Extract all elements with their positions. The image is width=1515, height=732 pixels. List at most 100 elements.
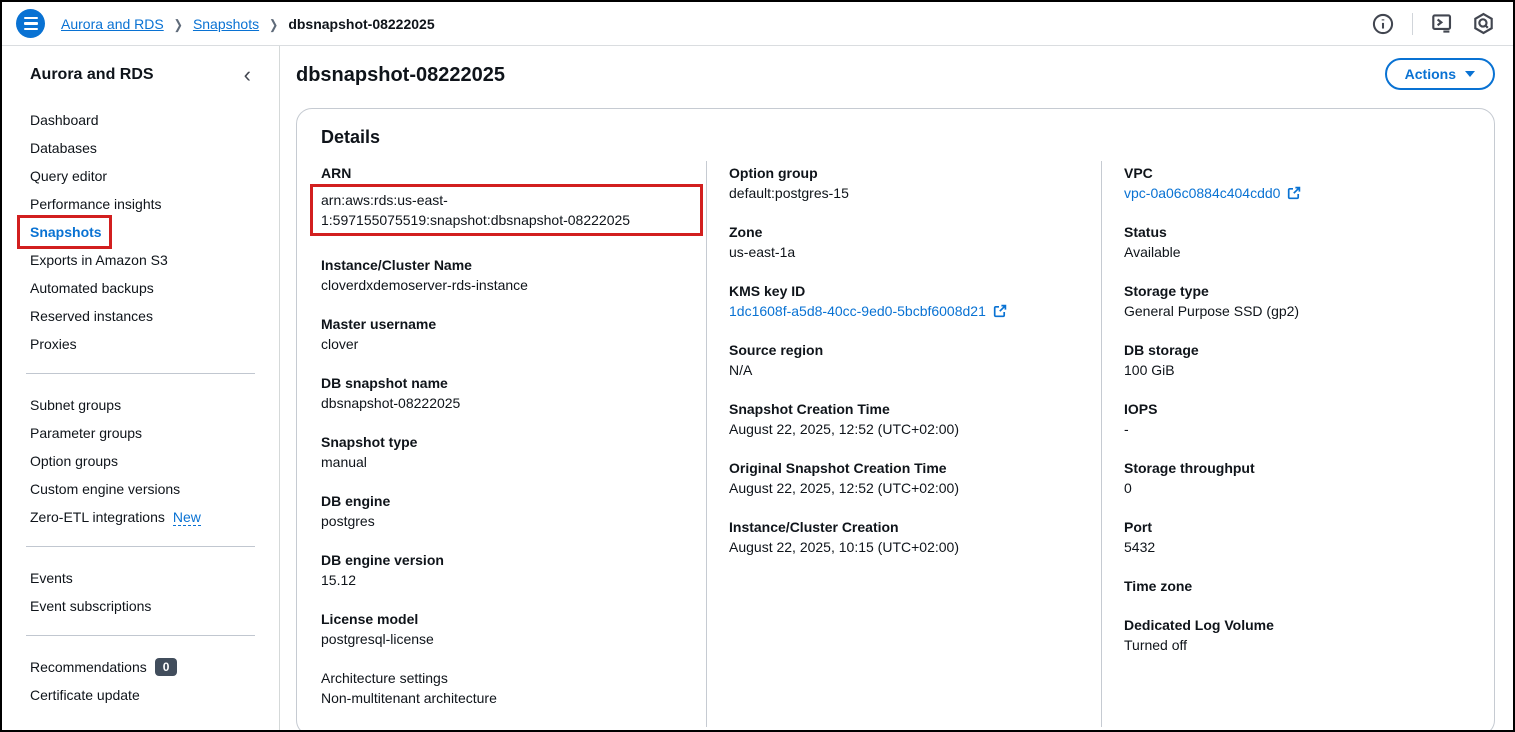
sidebar-item-exports-in-amazon-s3[interactable]: Exports in Amazon S3 xyxy=(30,250,168,270)
field-vpc: VPC vpc-0a06c0884c404cdd0 xyxy=(1124,163,1474,203)
sidebar-divider xyxy=(26,373,255,374)
field-label: DB snapshot name xyxy=(321,373,692,393)
breadcrumb-link-snapshots[interactable]: Snapshots xyxy=(193,16,259,32)
field-label: Instance/Cluster Name xyxy=(321,255,692,275)
field-label: License model xyxy=(321,609,692,629)
field-label: Architecture settings xyxy=(321,668,692,688)
field-label: Original Snapshot Creation Time xyxy=(729,458,1081,478)
sidebar-divider xyxy=(26,635,255,636)
field-value: 15.12 xyxy=(321,570,692,590)
amazon-q-icon[interactable] xyxy=(1472,12,1495,35)
breadcrumb-link-aurora-and-rds[interactable]: Aurora and RDS xyxy=(61,16,164,32)
sidebar-item-query-editor[interactable]: Query editor xyxy=(30,166,107,186)
breadcrumb-current-page: dbsnapshot-08222025 xyxy=(288,16,434,32)
details-columns: ARN arn:aws:rds:us-east-1:597155075519:s… xyxy=(297,161,1494,727)
sidebar-item-snapshots[interactable]: Snapshots xyxy=(30,222,102,242)
sidebar-item-option-groups[interactable]: Option groups xyxy=(30,451,118,471)
field-label: ARN xyxy=(321,163,692,183)
sidebar-item-dashboard[interactable]: Dashboard xyxy=(30,110,99,130)
sidebar-item-reserved-instances[interactable]: Reserved instances xyxy=(30,306,153,326)
topbar-divider xyxy=(1412,13,1413,35)
sidebar-item-custom-engine-versions[interactable]: Custom engine versions xyxy=(30,479,180,499)
sidebar-item-subnet-groups[interactable]: Subnet groups xyxy=(30,395,121,415)
new-badge[interactable]: New xyxy=(173,509,201,526)
actions-button-label: Actions xyxy=(1405,66,1456,82)
sidebar-item-proxies[interactable]: Proxies xyxy=(30,334,77,354)
actions-button[interactable]: Actions xyxy=(1385,58,1495,90)
details-column-2: Option group default:postgres-15 Zone us… xyxy=(706,161,1101,727)
field-master-username: Master username clover xyxy=(321,314,692,354)
kms-key-link[interactable]: 1dc1608f-a5d8-40cc-9ed0-5bcbf6008d21 xyxy=(729,301,1008,321)
app-window: Aurora and RDS Snapshots dbsnapshot-0822… xyxy=(0,0,1515,732)
field-snapshot-type: Snapshot type manual xyxy=(321,432,692,472)
field-time-zone: Time zone xyxy=(1124,576,1474,596)
details-column-1: ARN arn:aws:rds:us-east-1:597155075519:s… xyxy=(297,161,706,727)
field-value: 100 GiB xyxy=(1124,360,1474,380)
field-label: Snapshot Creation Time xyxy=(729,399,1081,419)
field-db-engine: DB engine postgres xyxy=(321,491,692,531)
page-title: dbsnapshot-08222025 xyxy=(296,58,505,87)
field-value: - xyxy=(1124,419,1474,439)
sidebar: Aurora and RDS Dashboard Databases Query… xyxy=(2,46,280,730)
field-label: Instance/Cluster Creation xyxy=(729,517,1081,537)
sidebar-item-certificate-update[interactable]: Certificate update xyxy=(30,685,140,705)
field-license-model: License model postgresql-license xyxy=(321,609,692,649)
field-value: default:postgres-15 xyxy=(729,183,1081,203)
sidebar-item-recommendations[interactable]: Recommendations xyxy=(30,657,147,677)
field-value: 5432 xyxy=(1124,537,1474,557)
field-kms-key-id: KMS key ID 1dc1608f-a5d8-40cc-9ed0-5bcbf… xyxy=(729,281,1081,321)
field-label: DB engine xyxy=(321,491,692,511)
field-value: Non-multitenant architecture xyxy=(321,688,692,708)
field-label: KMS key ID xyxy=(729,281,1081,301)
field-storage-type: Storage type General Purpose SSD (gp2) xyxy=(1124,281,1474,321)
field-label: Dedicated Log Volume xyxy=(1124,615,1474,635)
sidebar-item-parameter-groups[interactable]: Parameter groups xyxy=(30,423,142,443)
field-label: DB engine version xyxy=(321,550,692,570)
external-link-icon xyxy=(992,303,1008,319)
chevron-right-icon xyxy=(269,15,278,33)
hamburger-menu-icon[interactable] xyxy=(16,9,45,38)
topbar-actions xyxy=(1372,12,1495,35)
field-label: Storage throughput xyxy=(1124,458,1474,478)
field-value: dbsnapshot-08222025 xyxy=(321,393,692,413)
page-header: dbsnapshot-08222025 Actions xyxy=(296,58,1495,108)
sidebar-nav: Dashboard Databases Query editor Perform… xyxy=(30,106,255,709)
field-storage-throughput: Storage throughput 0 xyxy=(1124,458,1474,498)
field-label: Time zone xyxy=(1124,576,1474,596)
recommendations-count-badge: 0 xyxy=(155,658,178,676)
content-area: Aurora and RDS Dashboard Databases Query… xyxy=(2,46,1513,730)
field-value: August 22, 2025, 12:52 (UTC+02:00) xyxy=(729,419,1081,439)
field-db-snapshot-name: DB snapshot name dbsnapshot-08222025 xyxy=(321,373,692,413)
field-label: Option group xyxy=(729,163,1081,183)
field-snapshot-creation-time: Snapshot Creation Time August 22, 2025, … xyxy=(729,399,1081,439)
chevron-right-icon xyxy=(174,15,183,33)
sidebar-item-performance-insights[interactable]: Performance insights xyxy=(30,194,162,214)
field-label: Snapshot type xyxy=(321,432,692,452)
field-arn: ARN arn:aws:rds:us-east-1:597155075519:s… xyxy=(321,163,692,236)
field-value: cloverdxdemoserver-rds-instance xyxy=(321,275,692,295)
field-dedicated-log-volume: Dedicated Log Volume Turned off xyxy=(1124,615,1474,655)
sidebar-divider xyxy=(26,546,255,547)
sidebar-title: Aurora and RDS xyxy=(30,66,154,84)
field-value: manual xyxy=(321,452,692,472)
sidebar-item-automated-backups[interactable]: Automated backups xyxy=(30,278,154,298)
vpc-link-text: vpc-0a06c0884c404cdd0 xyxy=(1124,183,1280,203)
sidebar-item-events[interactable]: Events xyxy=(30,568,73,588)
field-label: Storage type xyxy=(1124,281,1474,301)
vpc-link[interactable]: vpc-0a06c0884c404cdd0 xyxy=(1124,183,1302,203)
info-icon[interactable] xyxy=(1372,13,1394,35)
sidebar-item-zero-etl-integrations[interactable]: Zero-ETL integrations xyxy=(30,507,165,527)
field-value: General Purpose SSD (gp2) xyxy=(1124,301,1474,321)
field-source-region: Source region N/A xyxy=(729,340,1081,380)
main-panel: dbsnapshot-08222025 Actions Details ARN … xyxy=(280,46,1513,730)
details-card: Details ARN arn:aws:rds:us-east-1:597155… xyxy=(296,108,1495,732)
field-label: Zone xyxy=(729,222,1081,242)
field-value: clover xyxy=(321,334,692,354)
field-instance-cluster-name: Instance/Cluster Name cloverdxdemoserver… xyxy=(321,255,692,295)
sidebar-item-event-subscriptions[interactable]: Event subscriptions xyxy=(30,596,151,616)
chevron-left-icon[interactable] xyxy=(240,62,255,88)
sidebar-item-databases[interactable]: Databases xyxy=(30,138,97,158)
kms-key-link-text: 1dc1608f-a5d8-40cc-9ed0-5bcbf6008d21 xyxy=(729,301,986,321)
cloudshell-icon[interactable] xyxy=(1431,12,1454,35)
field-db-storage: DB storage 100 GiB xyxy=(1124,340,1474,380)
